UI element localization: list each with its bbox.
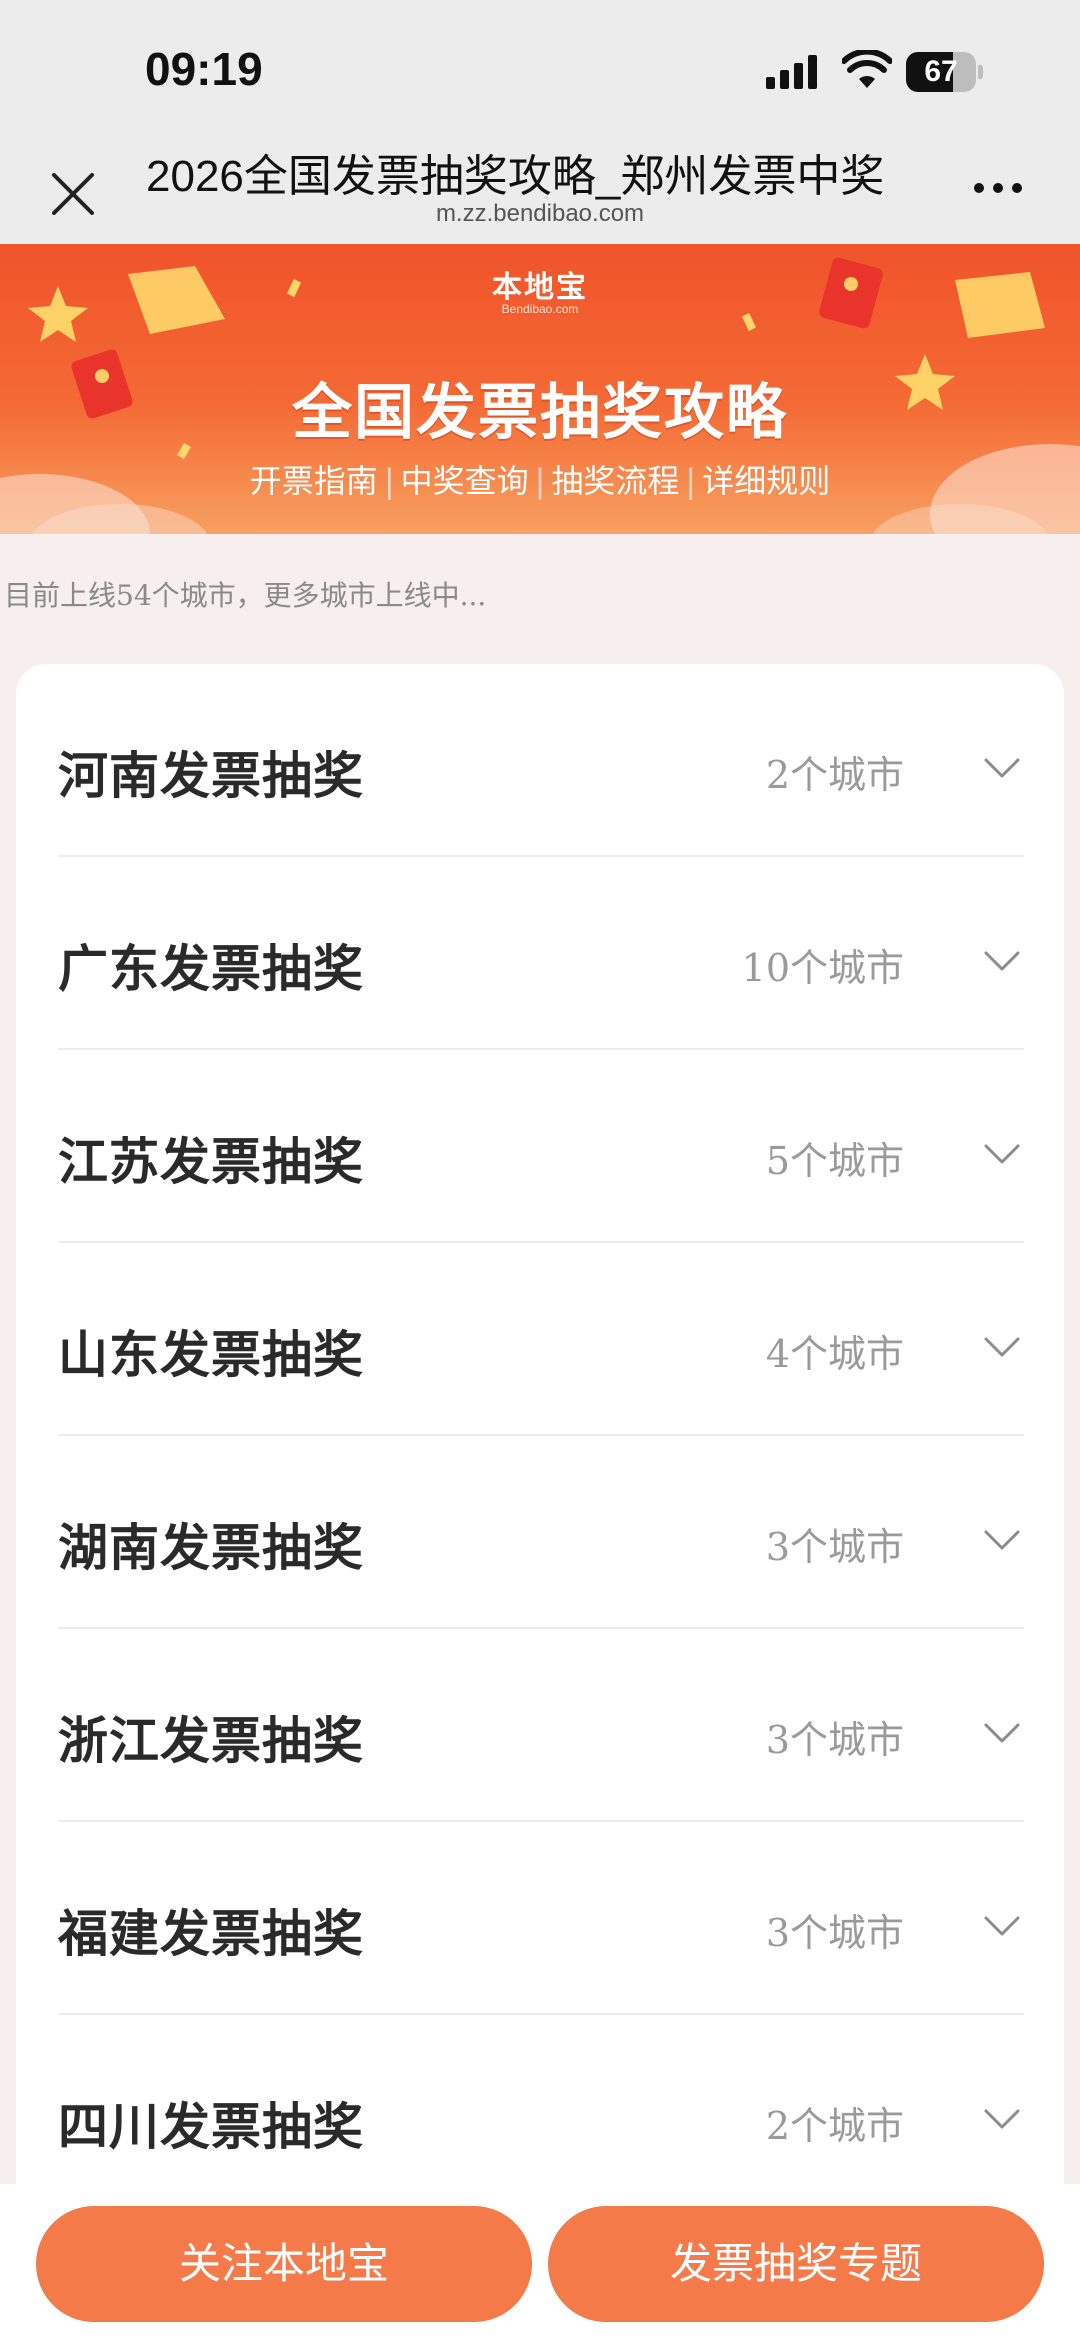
chevron-down-icon: [984, 1337, 1020, 1357]
chevron-down-icon: [984, 2109, 1020, 2129]
battery-icon: 67: [906, 52, 984, 92]
banner-links: 开票指南 | 中奖查询 | 抽奖流程 | 详细规则: [0, 456, 1080, 502]
province-item[interactable]: 福建发票抽奖 3个城市: [58, 1822, 1024, 2015]
nav-bar: 2026全国发票抽奖攻略_郑州发票中奖 m.zz.bendibao.com: [0, 140, 1080, 244]
status-time: 09:19: [145, 43, 263, 95]
banner-title: 全国发票抽奖攻略: [292, 378, 788, 448]
province-item[interactable]: 四川发票抽奖 2个城市: [58, 2015, 1024, 2208]
province-name: 浙江发票抽奖: [58, 1712, 364, 1770]
chevron-down-icon: [984, 758, 1020, 778]
battery-level: 67: [924, 55, 958, 88]
province-name: 福建发票抽奖: [58, 1905, 364, 1963]
city-count: 3个城市: [765, 1718, 904, 1762]
more-icon[interactable]: [974, 178, 1040, 208]
signal-icon: [766, 55, 817, 89]
province-list: 河南发票抽奖 2个城市 广东发票抽奖 10个城市 江苏发票抽奖 5个城市 山东发…: [16, 664, 1064, 2244]
city-count: 3个城市: [765, 1911, 904, 1955]
city-count: 2个城市: [765, 753, 904, 797]
main-content: 目前上线54个城市，更多城市上线中... 河南发票抽奖 2个城市 广东发票抽奖 …: [0, 534, 1080, 2244]
follow-bendibao-button[interactable]: 关注本地宝: [36, 2206, 532, 2322]
province-name: 四川发票抽奖: [58, 2098, 364, 2156]
bottom-action-bar: 关注本地宝 发票抽奖专题: [0, 2184, 1080, 2341]
city-count: 5个城市: [765, 1139, 904, 1183]
city-count: 2个城市: [765, 2104, 904, 2148]
banner-link-process[interactable]: 抽奖流程: [547, 456, 683, 502]
province-name: 河南发票抽奖: [58, 747, 364, 805]
chevron-down-icon: [984, 1723, 1020, 1743]
bendibao-logo: 本地宝: [492, 270, 588, 305]
chevron-down-icon: [984, 1530, 1020, 1550]
wifi-icon: [842, 50, 892, 88]
province-item[interactable]: 河南发票抽奖 2个城市: [58, 664, 1024, 857]
province-name: 江苏发票抽奖: [58, 1133, 364, 1191]
banner-link-guide[interactable]: 开票指南: [246, 456, 382, 502]
bendibao-logo-sub: Bendibao.com: [501, 302, 579, 316]
banner-link-query[interactable]: 中奖查询: [397, 456, 533, 502]
province-item[interactable]: 山东发票抽奖 4个城市: [58, 1243, 1024, 1436]
chevron-down-icon: [984, 951, 1020, 971]
province-item[interactable]: 浙江发票抽奖 3个城市: [58, 1629, 1024, 1822]
hero-banner: 本地宝 Bendibao.com 全国发票抽奖攻略 开票指南 | 中奖查询 | 抽奖流程…: [0, 244, 1080, 534]
province-item[interactable]: 江苏发票抽奖 5个城市: [58, 1050, 1024, 1243]
status-bar: 09:19 67: [0, 0, 1080, 140]
page-title: 2026全国发票抽奖攻略_郑州发票中奖: [146, 152, 885, 201]
province-name: 湖南发票抽奖: [58, 1519, 364, 1577]
chevron-down-icon: [984, 1144, 1020, 1164]
page-url: m.zz.bendibao.com: [435, 200, 645, 227]
city-count: 4个城市: [765, 1332, 904, 1376]
chevron-down-icon: [984, 1916, 1020, 1936]
city-notice: 目前上线54个城市，更多城市上线中...: [4, 579, 487, 612]
city-count: 3个城市: [765, 1525, 904, 1569]
province-item[interactable]: 广东发票抽奖 10个城市: [58, 857, 1024, 1050]
invoice-lottery-topic-button[interactable]: 发票抽奖专题: [548, 2206, 1044, 2322]
province-name: 广东发票抽奖: [58, 940, 364, 998]
city-count: 10个城市: [741, 946, 904, 990]
province-name: 山东发票抽奖: [58, 1326, 364, 1384]
province-item[interactable]: 湖南发票抽奖 3个城市: [58, 1436, 1024, 1629]
banner-link-rules[interactable]: 详细规则: [698, 456, 834, 502]
